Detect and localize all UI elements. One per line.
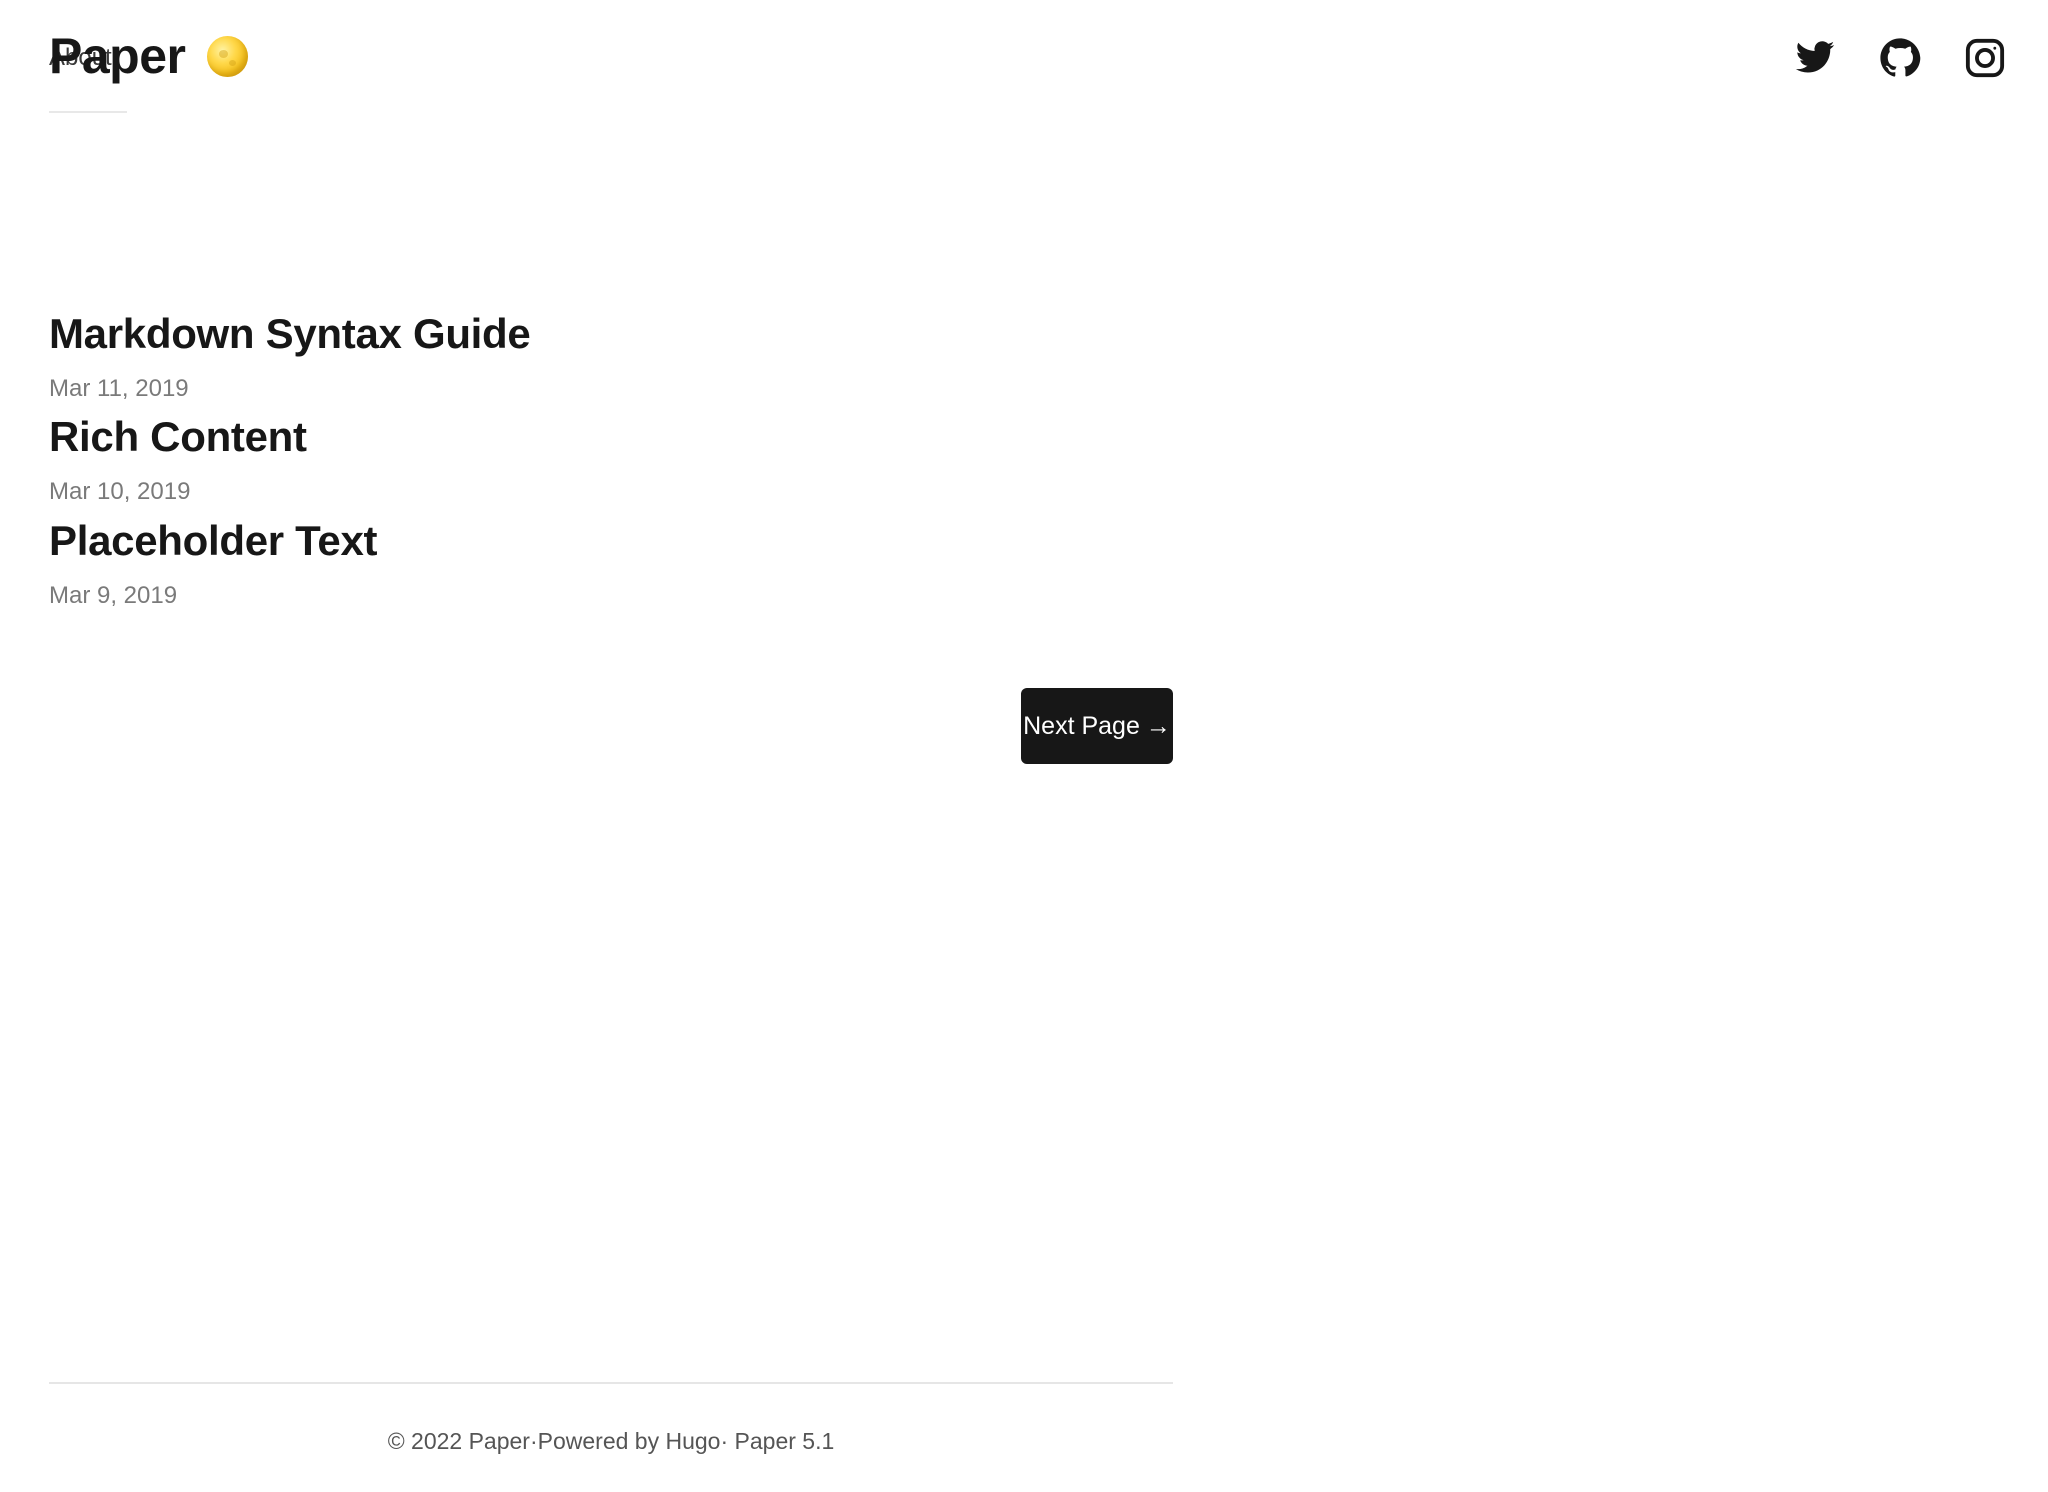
- instagram-icon[interactable]: [1964, 37, 2006, 79]
- footer-separator: ·: [529, 1428, 538, 1454]
- post-title-link[interactable]: Markdown Syntax Guide: [49, 309, 531, 359]
- post-title-link[interactable]: Placeholder Text: [49, 516, 378, 566]
- post-item: Markdown Syntax Guide Mar 11, 2019: [49, 309, 531, 403]
- header-divider: [49, 111, 127, 113]
- site-footer: © 2022 Paper·Powered by Hugo· Paper 5.1: [49, 1426, 1173, 1456]
- twitter-icon[interactable]: [1794, 37, 1836, 79]
- footer-divider: [49, 1382, 1173, 1384]
- next-page-button[interactable]: Next Page →: [1021, 688, 1173, 764]
- github-icon[interactable]: [1879, 37, 1921, 79]
- next-page-label: Next Page: [1023, 712, 1140, 740]
- moon-icon[interactable]: [207, 36, 248, 77]
- post-date: Mar 9, 2019: [49, 582, 178, 609]
- site-logo[interactable]: Paper: [49, 26, 186, 86]
- post-item: Placeholder Text Mar 9, 2019: [49, 516, 378, 610]
- post-date: Mar 11, 2019: [49, 375, 189, 402]
- post-title-link[interactable]: Rich Content: [49, 412, 307, 462]
- post-item: Rich Content Mar 10, 2019: [49, 412, 307, 506]
- post-date: Mar 10, 2019: [49, 478, 191, 505]
- footer-separator: ·: [720, 1428, 729, 1454]
- arrow-right-icon: →: [1145, 712, 1171, 740]
- footer-theme-link[interactable]: Paper 5.1: [728, 1428, 835, 1454]
- footer-powered-by-link[interactable]: Powered by Hugo: [538, 1428, 721, 1454]
- footer-copyright: © 2022 Paper: [387, 1428, 530, 1454]
- site-header: About Paper: [0, 0, 2048, 120]
